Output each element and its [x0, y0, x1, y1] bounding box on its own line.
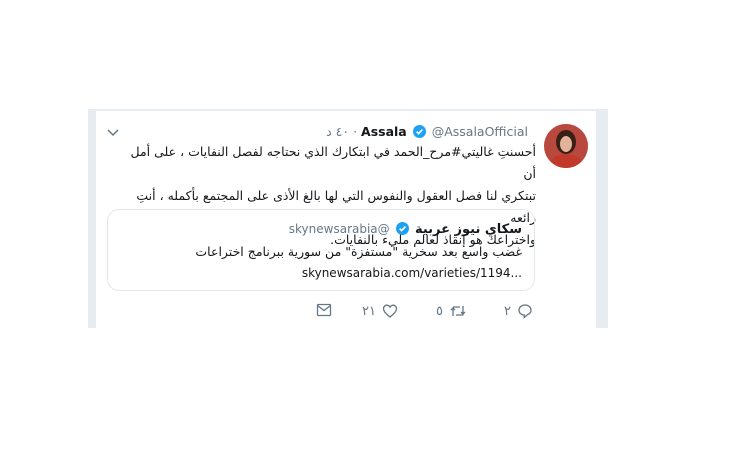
retweet-button[interactable]: ٥: [436, 303, 467, 319]
quoted-tweet-header: سكاي نيوز عربية @skynewsarabia: [289, 222, 522, 237]
message-icon: [316, 303, 332, 317]
quoted-author-name: سكاي نيوز عربية: [414, 222, 522, 237]
verified-icon: [395, 222, 409, 235]
reply-count: ٢: [504, 303, 511, 319]
tweet-header: Assala @AssalaOfficial · ٤٠ د: [326, 124, 528, 139]
like-count: ٢١: [362, 303, 376, 319]
direct-message-button[interactable]: [316, 303, 332, 317]
tweet-time[interactable]: ٤٠ د: [326, 124, 349, 139]
avatar[interactable]: [544, 124, 588, 168]
like-button[interactable]: ٢١: [362, 303, 398, 319]
author-handle[interactable]: @AssalaOfficial: [432, 124, 528, 139]
chevron-down-icon[interactable]: [106, 124, 120, 137]
author-name[interactable]: Assala: [361, 124, 407, 139]
quoted-author-handle: @skynewsarabia: [288, 222, 390, 236]
reply-icon: [518, 304, 532, 319]
quoted-tweet[interactable]: سكاي نيوز عربية @skynewsarabia غضب واسع …: [107, 209, 535, 291]
like-icon: [382, 304, 398, 318]
separator: ·: [353, 124, 358, 139]
verified-icon: [412, 125, 426, 138]
quoted-tweet-link[interactable]: skynewsarabia.com/varieties/1194...: [302, 266, 522, 280]
retweet-count: ٥: [436, 303, 443, 319]
retweet-icon: [450, 306, 466, 316]
quoted-tweet-text: غضب واسع بعد سخرية "مستفزة" من سورية ببر…: [195, 244, 522, 259]
tweet-text-line: أحسنتِ غاليتي#مرح_الحمد في ابتكارك الذي …: [130, 144, 537, 181]
reply-button[interactable]: ٢: [504, 303, 533, 319]
